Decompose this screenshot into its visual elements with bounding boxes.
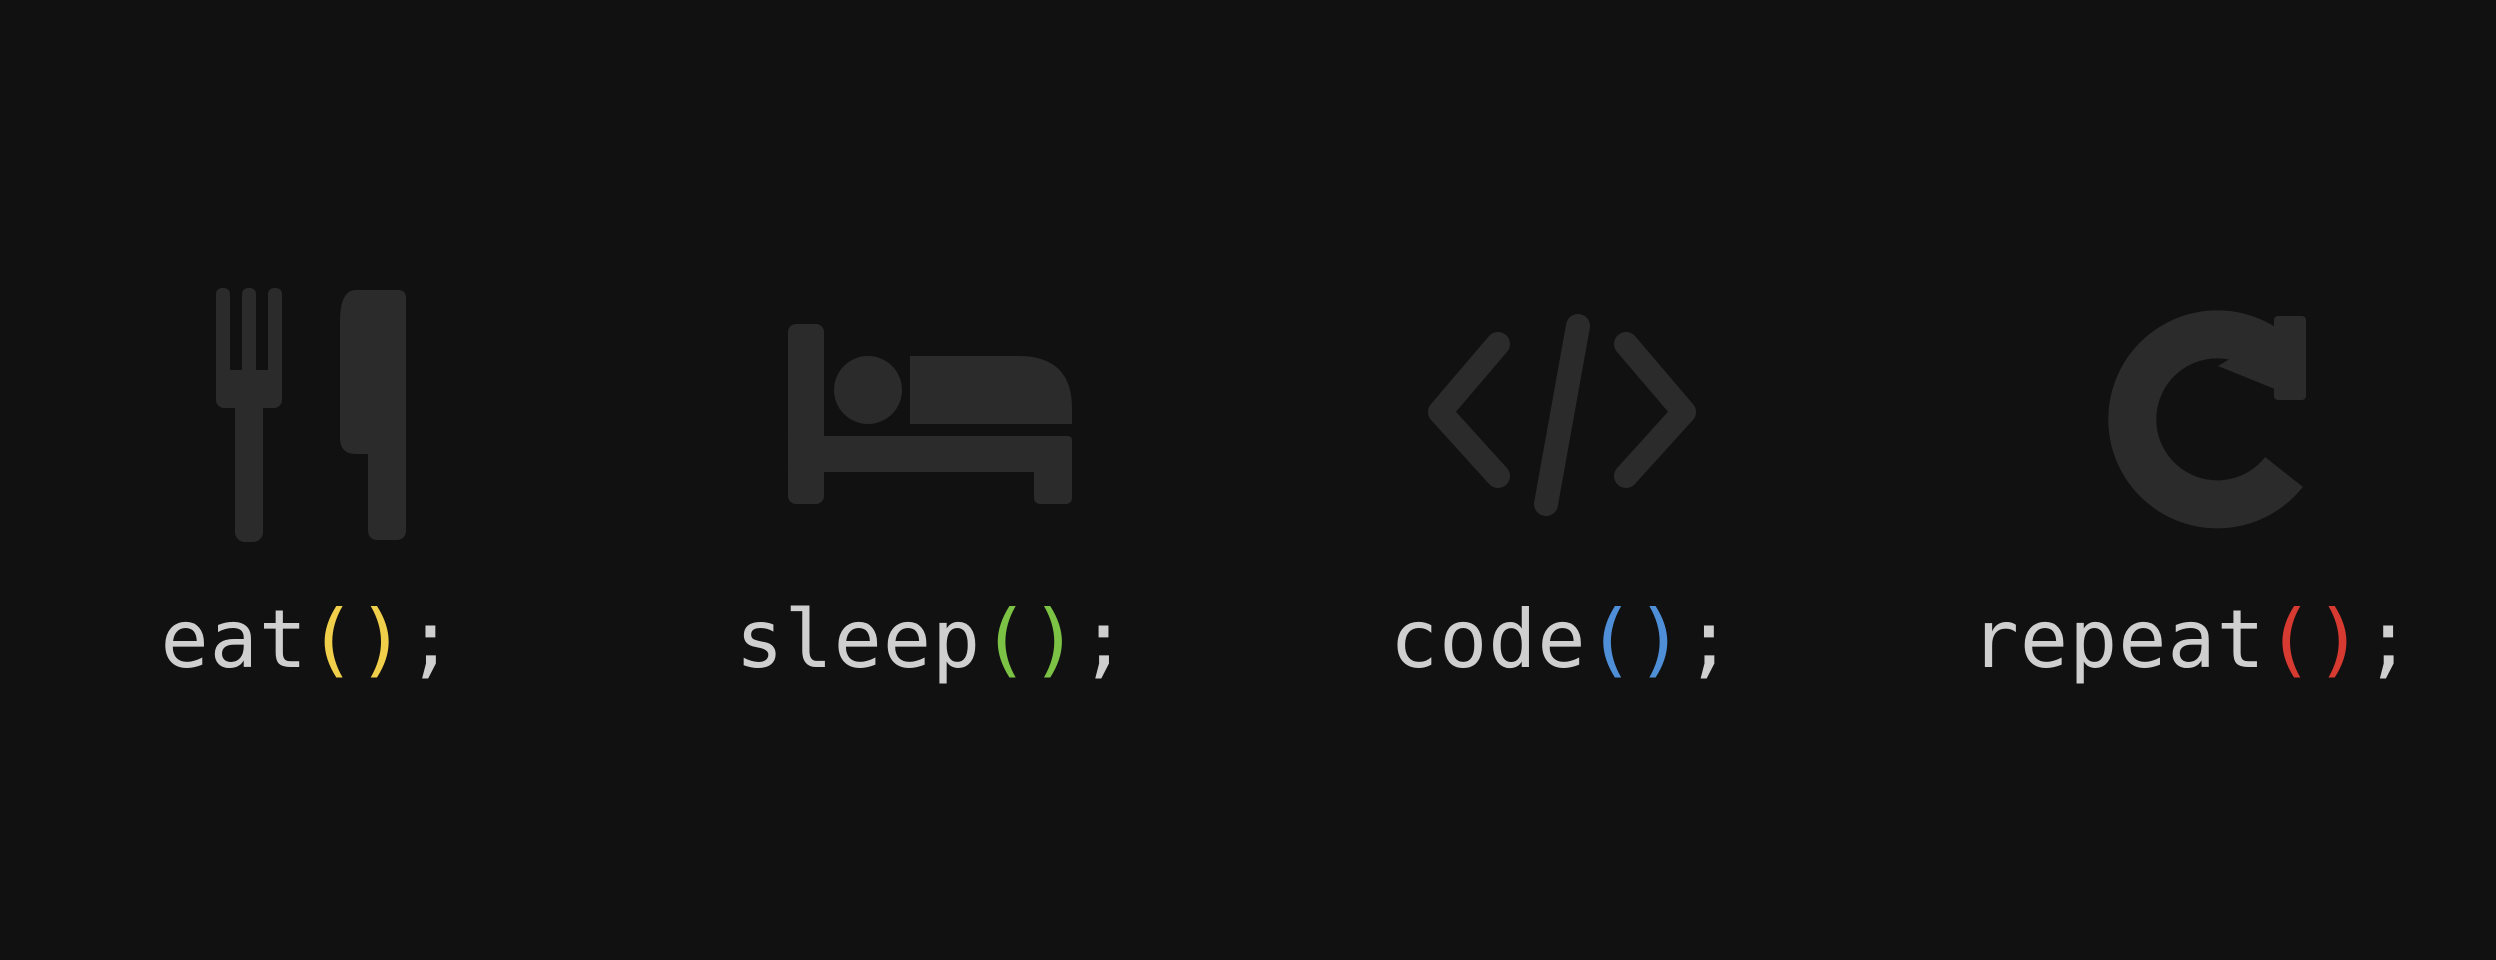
motto-banner: eat(); sleep(); code(); repeat(); — [0, 0, 2496, 960]
open-paren: ( — [981, 593, 1031, 686]
bed-icon — [782, 282, 1082, 542]
semicolon: ; — [1684, 593, 1735, 686]
function-name: repeat — [1970, 593, 2266, 686]
code-label-code: code(); — [1212, 590, 1912, 690]
semicolon: ; — [406, 593, 456, 686]
open-paren: ( — [2265, 593, 2315, 686]
code-label-repeat: repeat(); — [1842, 590, 2496, 690]
open-paren: ( — [1586, 593, 1636, 686]
code-icon — [1412, 282, 1712, 542]
fork-knife-icon — [158, 282, 458, 542]
close-paren: ) — [357, 593, 407, 686]
semicolon: ; — [1079, 593, 1129, 686]
code-label-sleep: sleep(); — [582, 590, 1282, 690]
function-name: sleep — [735, 593, 982, 686]
close-paren: ) — [1635, 593, 1685, 686]
refresh-icon — [2042, 282, 2342, 542]
code-label-eat: eat(); — [0, 590, 658, 690]
semicolon: ; — [2364, 593, 2414, 686]
close-paren: ) — [2314, 593, 2365, 686]
function-name: eat — [160, 593, 308, 686]
open-paren: ( — [307, 593, 358, 686]
close-paren: ) — [1030, 593, 1080, 686]
function-name: code — [1389, 593, 1587, 686]
